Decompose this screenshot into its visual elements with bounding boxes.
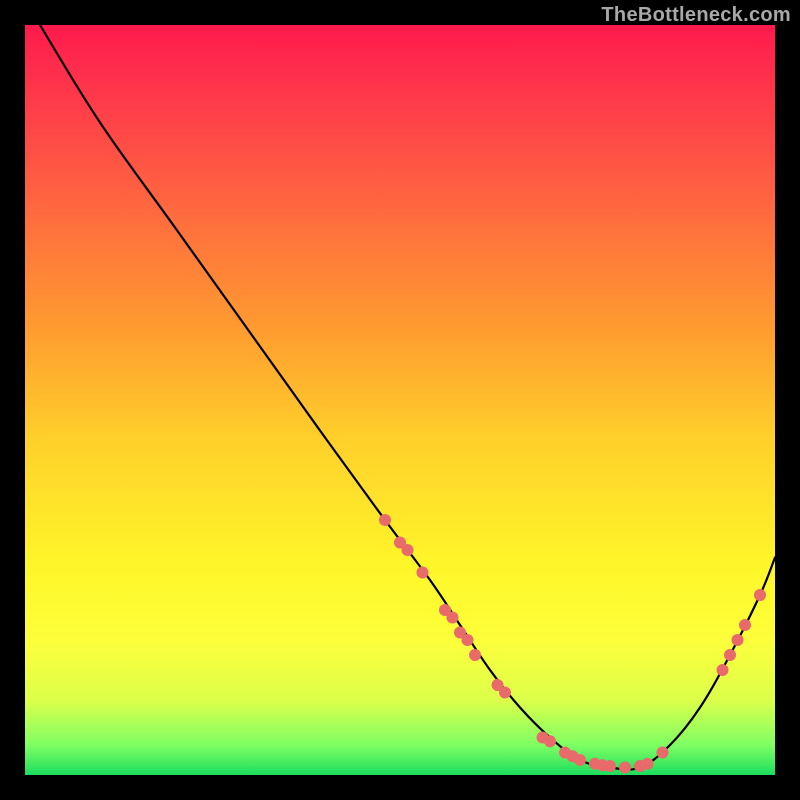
data-point xyxy=(439,604,451,616)
data-point xyxy=(544,735,556,747)
plot-area xyxy=(25,25,775,775)
data-point xyxy=(574,754,586,766)
chart-stage: TheBottleneck.com xyxy=(0,0,800,800)
data-point xyxy=(657,747,669,759)
curve-layer xyxy=(25,25,775,775)
data-point xyxy=(402,544,414,556)
data-point xyxy=(469,649,481,661)
data-point xyxy=(492,679,504,691)
data-point xyxy=(732,634,744,646)
data-point xyxy=(379,514,391,526)
data-point xyxy=(754,589,766,601)
data-point xyxy=(717,664,729,676)
data-point xyxy=(634,760,646,772)
data-point xyxy=(394,537,406,549)
data-point xyxy=(537,732,549,744)
watermark-text: TheBottleneck.com xyxy=(601,4,791,27)
data-point xyxy=(597,759,609,771)
data-point xyxy=(724,649,736,661)
data-point xyxy=(447,612,459,624)
data-point xyxy=(739,619,751,631)
data-point xyxy=(559,747,571,759)
data-point xyxy=(604,760,616,772)
data-point xyxy=(567,750,579,762)
bottleneck-curve xyxy=(40,25,775,770)
data-point xyxy=(499,687,511,699)
data-point xyxy=(462,634,474,646)
data-point xyxy=(417,567,429,579)
data-point xyxy=(619,762,631,774)
scatter-points xyxy=(379,514,766,774)
data-point xyxy=(589,758,601,770)
data-point xyxy=(642,758,654,770)
data-point xyxy=(454,627,466,639)
